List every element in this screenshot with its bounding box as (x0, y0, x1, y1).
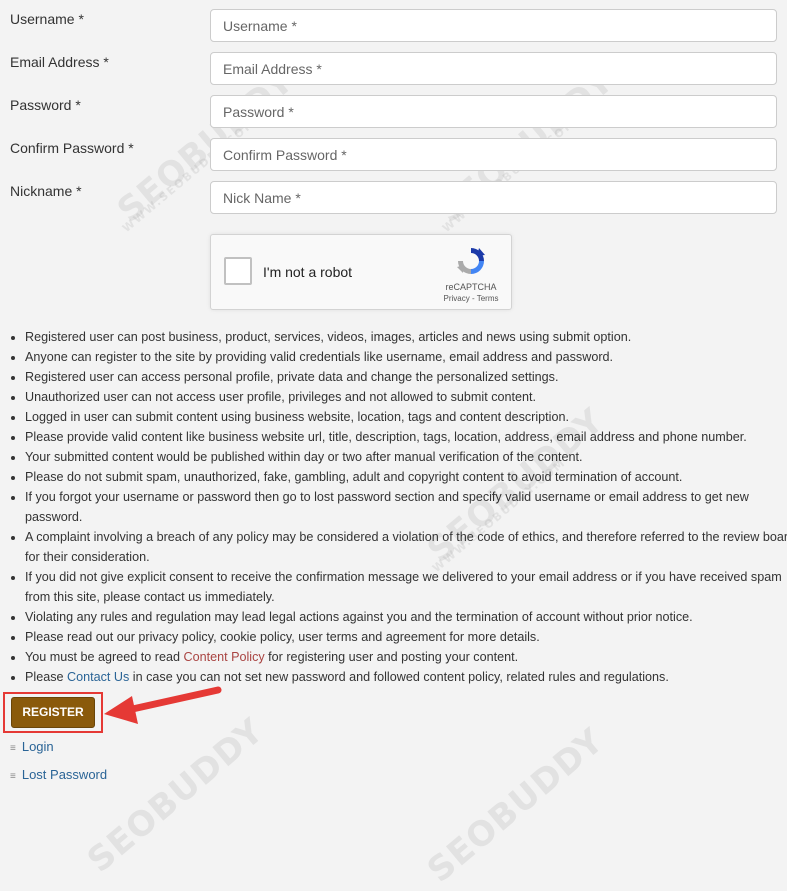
recaptcha-link-separator: - (469, 294, 477, 303)
nickname-label: Nickname * (10, 183, 82, 199)
username-row: Username * (0, 9, 787, 54)
recaptcha-brand: reCAPTCHA (445, 282, 497, 292)
list-item: You must be agreed to read Content Polic… (25, 647, 787, 667)
list-item: Your submitted content would be publishe… (25, 447, 787, 467)
list-item: Anyone can register to the site by provi… (25, 347, 787, 367)
confirm-password-label: Confirm Password * (10, 140, 134, 156)
list-item-text: You must be agreed to read (25, 650, 184, 664)
list-item: Registered user can access personal prof… (25, 367, 787, 387)
recaptcha-checkbox[interactable] (224, 257, 252, 285)
recaptcha-logo-icon (457, 248, 485, 274)
list-item-text: for registering user and posting your co… (264, 650, 519, 664)
login-link[interactable]: Login (22, 739, 54, 754)
login-item: ≡ Login (10, 739, 54, 754)
list-item: Please do not submit spam, unauthorized,… (25, 467, 787, 487)
list-icon: ≡ (10, 743, 16, 754)
lost-password-item: ≡ Lost Password (10, 767, 107, 782)
list-item-text: in case you can not set new password and… (129, 670, 669, 684)
recaptcha-widget: I'm not a robot reCAPTCHA Privacy - Term… (210, 234, 512, 310)
watermark: SEOBUDDY (420, 720, 612, 891)
registration-notes: Registered user can post business, produ… (0, 327, 787, 687)
password-input[interactable] (210, 95, 777, 128)
list-item: Logged in user can submit content using … (25, 407, 787, 427)
list-item-text: Please (25, 670, 68, 684)
confirm-password-input[interactable] (210, 138, 777, 171)
list-item: If you did not give explicit consent to … (25, 567, 787, 607)
recaptcha-label: I'm not a robot (263, 264, 353, 280)
nickname-input[interactable] (210, 181, 777, 214)
recaptcha-links: Privacy - Terms (435, 294, 507, 303)
lost-password-link[interactable]: Lost Password (22, 767, 107, 782)
list-item: A complaint involving a breach of any po… (25, 527, 787, 567)
list-item: Please read out our privacy policy, cook… (25, 627, 787, 647)
list-item: Registered user can post business, produ… (25, 327, 787, 347)
red-arrow-icon (104, 686, 222, 724)
recaptcha-privacy-link[interactable]: Privacy (444, 294, 470, 303)
email-label: Email Address * (10, 54, 109, 70)
nickname-row: Nickname * (0, 181, 787, 226)
email-row: Email Address * (0, 52, 787, 97)
contact-us-link[interactable]: Contact Us (67, 670, 129, 684)
password-row: Password * (0, 95, 787, 140)
email-input[interactable] (210, 52, 777, 85)
list-item: Please provide valid content like busine… (25, 427, 787, 447)
list-icon: ≡ (10, 771, 16, 782)
list-item: Unauthorized user can not access user pr… (25, 387, 787, 407)
password-label: Password * (10, 97, 81, 113)
register-button[interactable]: REGISTER (11, 697, 95, 728)
list-item: Violating any rules and regulation may l… (25, 607, 787, 627)
username-label: Username * (10, 11, 84, 27)
list-item: If you forgot your username or password … (25, 487, 787, 527)
content-policy-link[interactable]: Content Policy (183, 650, 264, 664)
username-input[interactable] (210, 9, 777, 42)
watermark: SEOBUDDY (80, 710, 272, 881)
confirm-password-row: Confirm Password * (0, 138, 787, 183)
recaptcha-terms-link[interactable]: Terms (477, 294, 499, 303)
